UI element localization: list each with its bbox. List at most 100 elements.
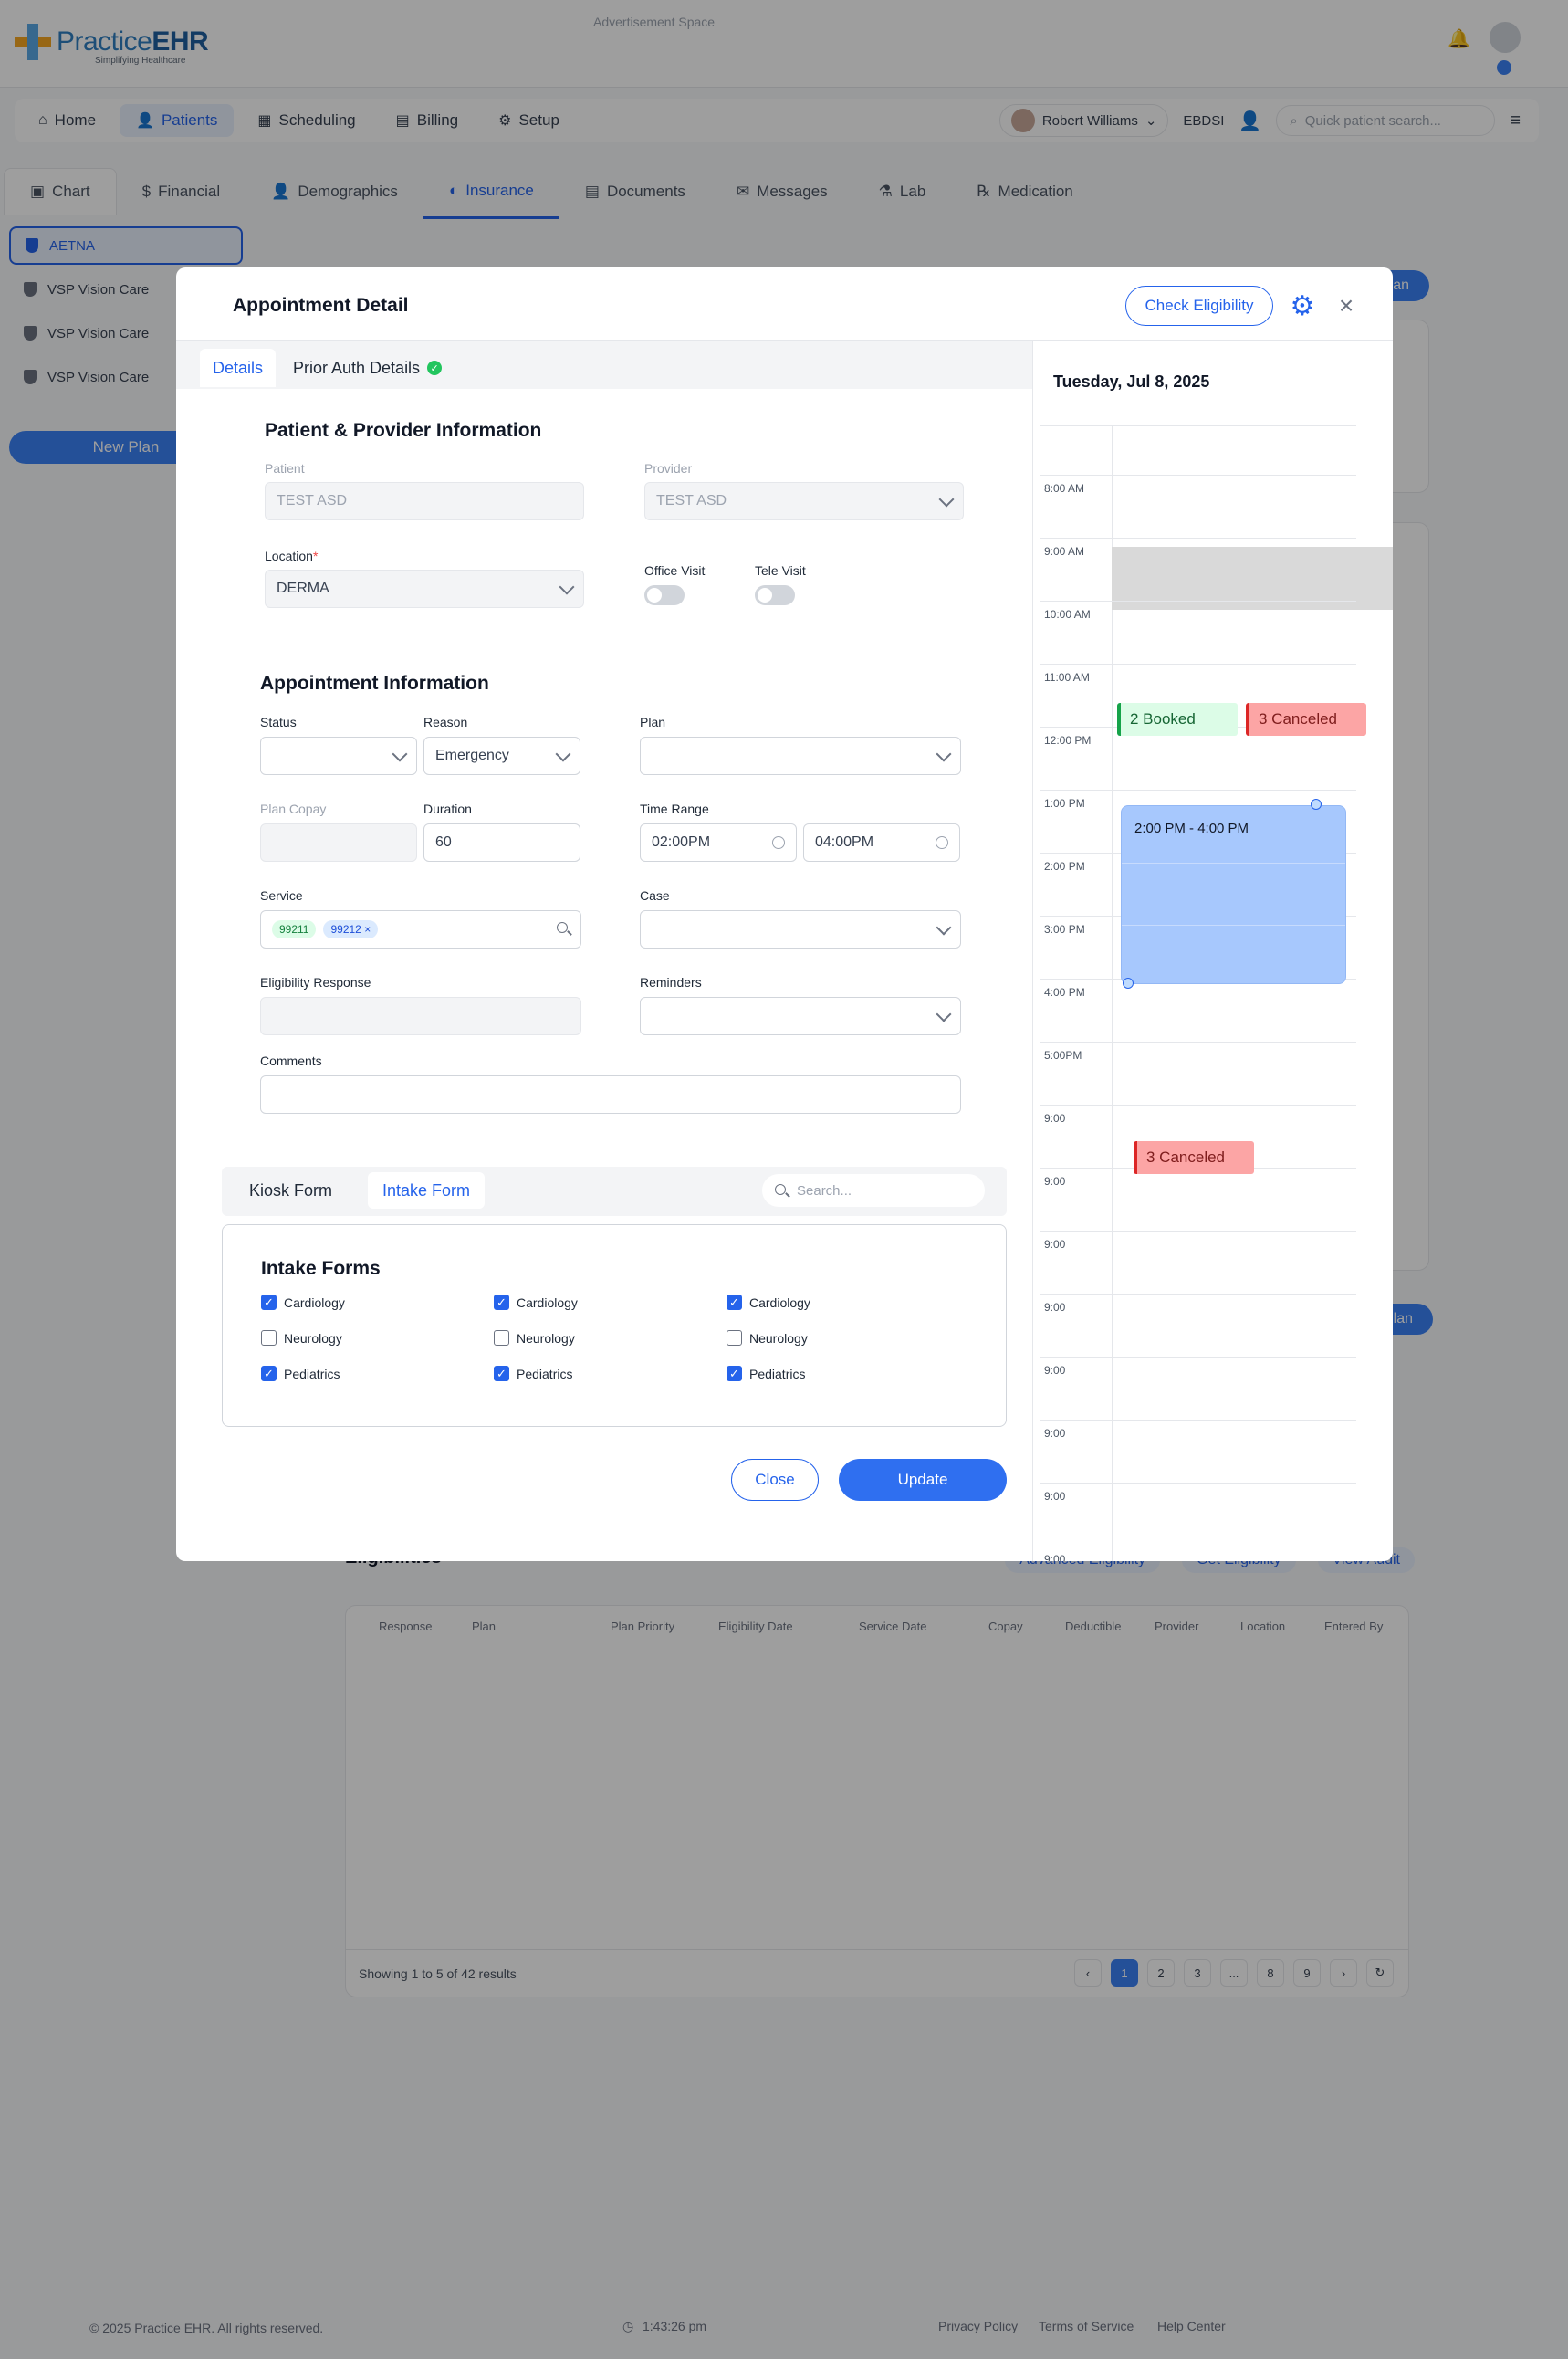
comments-label: Comments: [260, 1054, 322, 1068]
calendar-hour-line: [1040, 1231, 1356, 1232]
chevron-down-icon: [938, 491, 955, 508]
checkbox[interactable]: ✓: [494, 1295, 509, 1310]
calendar-hour-line: [1040, 1105, 1356, 1106]
calendar-time-label: 9:00: [1044, 1427, 1066, 1440]
resize-handle-top[interactable]: [1311, 799, 1322, 810]
service-input[interactable]: 99211 99212 ×: [260, 910, 581, 949]
check-circle-icon: ✓: [427, 361, 443, 375]
reminders-select[interactable]: [640, 997, 961, 1035]
calendar-time-label: 3:00 PM: [1044, 923, 1085, 936]
tab-prior-auth[interactable]: Prior Auth Details ✓: [280, 349, 455, 387]
gear-icon[interactable]: ⚙: [1289, 293, 1316, 320]
update-button[interactable]: Update: [839, 1459, 1007, 1501]
checkbox-label: Pediatrics: [517, 1366, 573, 1381]
calendar-hour-line: [1040, 1042, 1356, 1043]
chevron-down-icon: [936, 919, 952, 936]
plan-select[interactable]: [640, 737, 961, 775]
calendar-time-label: 12:00 PM: [1044, 734, 1092, 747]
calendar-date: Tuesday, Jul 8, 2025: [1053, 372, 1210, 391]
patient-field: TEST ASD: [265, 482, 584, 520]
checkbox[interactable]: ✓: [261, 1366, 277, 1381]
calendar-time-label: 11:00 AM: [1044, 671, 1090, 684]
duration-input[interactable]: 60: [423, 823, 580, 862]
plan-copay-label: Plan Copay: [260, 802, 327, 816]
checkbox-label: Neurology: [284, 1330, 342, 1346]
checkbox[interactable]: [494, 1330, 509, 1346]
chevron-down-icon: [555, 746, 571, 762]
canceled-event[interactable]: 3 Canceled: [1134, 1141, 1254, 1174]
duration-label: Duration: [423, 802, 472, 816]
checkbox-item[interactable]: ✓ Pediatrics: [727, 1366, 805, 1381]
checkbox-item[interactable]: Neurology: [494, 1330, 575, 1346]
canceled-event[interactable]: 3 Canceled: [1246, 703, 1366, 736]
service-tag[interactable]: 99211: [272, 920, 317, 938]
booked-event[interactable]: 2 Booked: [1117, 703, 1238, 736]
clock-icon: [772, 836, 785, 849]
provider-label: Provider: [644, 461, 693, 476]
checkbox-item[interactable]: ✓ Cardiology: [261, 1295, 345, 1310]
checkbox[interactable]: ✓: [727, 1366, 742, 1381]
comments-input[interactable]: [260, 1075, 961, 1114]
patient-provider-section-title: Patient & Provider Information: [265, 420, 542, 441]
reminders-label: Reminders: [640, 975, 702, 990]
resize-handle-bottom[interactable]: [1123, 978, 1134, 989]
calendar-time-label: 5:00PM: [1044, 1049, 1082, 1062]
calendar-hour-line: [1040, 1294, 1356, 1295]
calendar-time-label: 8:00 AM: [1044, 482, 1085, 495]
calendar-hour-line: [1040, 475, 1356, 476]
time-start-input[interactable]: 02:00PM: [640, 823, 797, 862]
checkbox[interactable]: [261, 1330, 277, 1346]
checkbox-label: Pediatrics: [284, 1366, 340, 1381]
checkbox-item[interactable]: ✓ Pediatrics: [494, 1366, 572, 1381]
hour-line: [1122, 863, 1345, 864]
chevron-down-icon: [936, 746, 952, 762]
case-label: Case: [640, 888, 670, 903]
checkbox[interactable]: ✓: [494, 1366, 509, 1381]
form-search-placeholder: Search...: [797, 1182, 852, 1199]
checkbox-item[interactable]: ✓ Pediatrics: [261, 1366, 340, 1381]
close-icon[interactable]: ×: [1333, 292, 1360, 320]
search-icon: [775, 1184, 786, 1195]
service-label: Service: [260, 888, 303, 903]
selected-time-range[interactable]: 2:00 PM - 4:00 PM: [1121, 805, 1346, 984]
appointment-section-title: Appointment Information: [260, 673, 489, 694]
tele-visit-toggle[interactable]: [755, 585, 795, 605]
service-tag[interactable]: 99212 ×: [323, 920, 379, 938]
office-visit-toggle[interactable]: [644, 585, 685, 605]
reason-select[interactable]: Emergency: [423, 737, 580, 775]
checkbox-item[interactable]: Neurology: [261, 1330, 342, 1346]
close-icon[interactable]: ×: [364, 923, 371, 936]
calendar-time-label: 2:00 PM: [1044, 860, 1085, 873]
office-visit-label: Office Visit: [644, 563, 706, 578]
check-eligibility-button[interactable]: Check Eligibility: [1125, 286, 1273, 326]
time-range-label: Time Range: [640, 802, 709, 816]
provider-value: TEST ASD: [656, 493, 727, 508]
checkbox-item[interactable]: Neurology: [727, 1330, 808, 1346]
checkbox-item[interactable]: ✓ Cardiology: [494, 1295, 578, 1310]
tab-intake-form[interactable]: Intake Form: [368, 1172, 486, 1209]
modal-header: Appointment Detail Check Eligibility ⚙ ×: [176, 267, 1393, 341]
eligibility-response-label: Eligibility Response: [260, 975, 371, 990]
calendar-time-label: 10:00 AM: [1044, 608, 1091, 621]
status-select[interactable]: [260, 737, 417, 775]
modal-title: Appointment Detail: [233, 295, 409, 316]
tab-kiosk-form[interactable]: Kiosk Form: [235, 1172, 347, 1209]
location-select[interactable]: DERMA: [265, 570, 584, 608]
chevron-down-icon: [559, 579, 575, 595]
tab-details-label: Details: [213, 358, 264, 377]
checkbox-label: Cardiology: [749, 1295, 810, 1310]
form-search-input[interactable]: Search...: [762, 1174, 985, 1207]
checkbox-label: Pediatrics: [749, 1366, 806, 1381]
patient-label: Patient: [265, 461, 305, 476]
time-end-input[interactable]: 04:00PM: [803, 823, 960, 862]
close-button[interactable]: Close: [731, 1459, 819, 1501]
calendar-time-label: 9:00: [1044, 1364, 1066, 1377]
tab-details[interactable]: Details: [200, 349, 277, 387]
checkbox[interactable]: ✓: [727, 1295, 742, 1310]
checkbox[interactable]: ✓: [261, 1295, 277, 1310]
chevron-down-icon: [392, 746, 408, 762]
checkbox-item[interactable]: ✓ Cardiology: [727, 1295, 810, 1310]
checkbox[interactable]: [727, 1330, 742, 1346]
case-select[interactable]: [640, 910, 961, 949]
search-icon[interactable]: [557, 922, 568, 933]
